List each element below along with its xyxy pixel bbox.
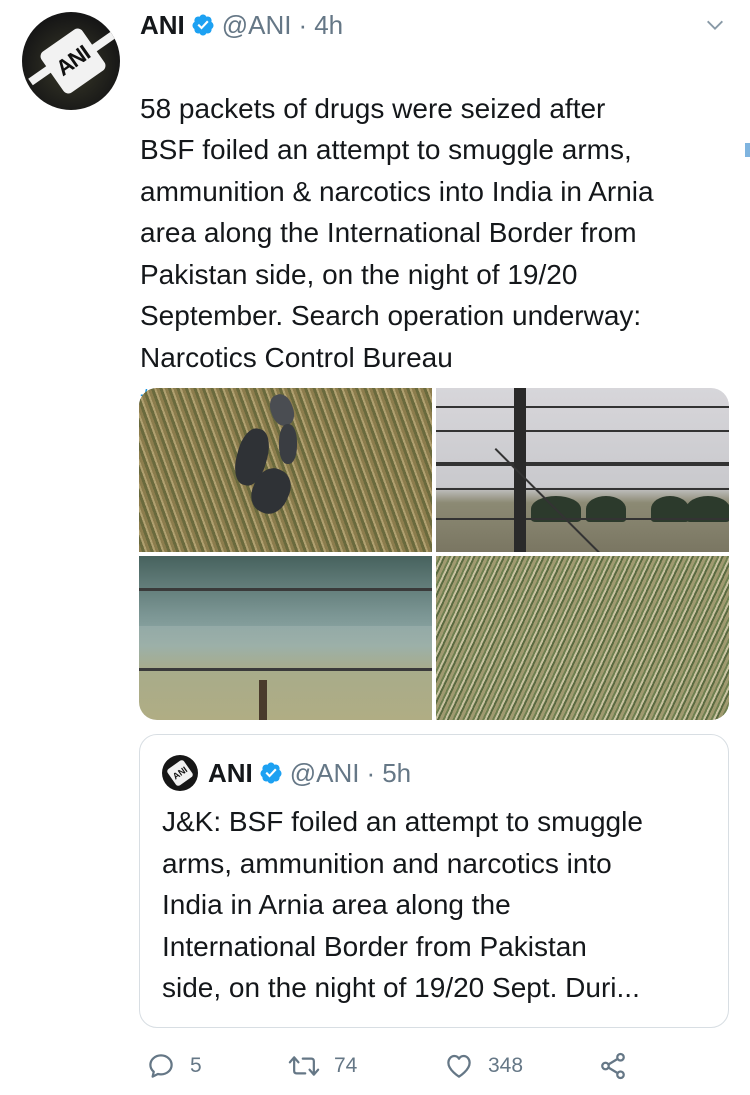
author-avatar[interactable]: ANI	[22, 12, 120, 110]
reply-button[interactable]: 5	[146, 1046, 202, 1086]
quoted-tweet-timestamp: 5h	[382, 757, 412, 788]
separator-dot: ·	[298, 9, 308, 40]
tweet-timestamp[interactable]: 4h	[314, 10, 343, 41]
verified-badge-icon	[260, 762, 282, 784]
tweet-text-line: ammunition & narcotics into India in Arn…	[140, 175, 654, 207]
tweet-text-line: September. Search operation underway:	[140, 300, 642, 331]
author-name[interactable]: ANI	[140, 10, 185, 41]
quoted-author-avatar[interactable]: ANI	[162, 755, 198, 791]
photo-trampled-grass[interactable]	[436, 556, 729, 720]
quoted-tweet-card[interactable]: ANI ANI @ANI · 5h J&K: BSF foiled an att…	[139, 734, 729, 1028]
photo-foggy-field-fence[interactable]	[139, 556, 432, 720]
tweet-text-line: Narcotics Control Bureau	[140, 341, 453, 373]
tweet-text-line: 58 packets of drugs were seized after	[140, 92, 606, 124]
quoted-author-handle: @ANI	[289, 757, 360, 788]
reply-icon	[149, 1054, 173, 1078]
avatar-logo: ANI	[38, 26, 108, 96]
retweet-icon	[288, 1056, 320, 1076]
verified-badge-icon	[192, 14, 214, 36]
retweet-button[interactable]: 74	[288, 1046, 357, 1086]
tweet-text-line: BSF foiled an attempt to smuggle arms,	[140, 134, 632, 165]
quoted-tweet-header: ANI @ANI · 5h	[208, 755, 411, 791]
tweet-actions: 5 74 348	[140, 1046, 640, 1086]
reply-count: 5	[190, 1054, 202, 1077]
avatar-logo-text: ANI	[51, 40, 95, 81]
share-icon	[601, 1052, 625, 1080]
separator-dot: ·	[366, 757, 376, 788]
media-grid	[139, 388, 729, 720]
scroll-indicator[interactable]	[745, 143, 750, 157]
tweet-header: ANI @ANI · 4h	[140, 8, 343, 42]
quoted-author-name: ANI	[208, 757, 253, 788]
photo-drug-packets[interactable]	[139, 388, 432, 552]
quoted-tweet-text: J&K: BSF foiled an attempt to smuggle ar…	[162, 806, 643, 1003]
tweet-text-line: area along the International Border from	[140, 217, 637, 248]
retweet-count: 74	[334, 1054, 358, 1077]
like-icon	[447, 1054, 471, 1078]
share-button[interactable]	[598, 1046, 628, 1086]
author-handle[interactable]: @ANI	[222, 10, 292, 41]
photo-border-fence[interactable]	[436, 388, 729, 552]
caret-down-icon[interactable]	[704, 14, 726, 36]
like-button[interactable]: 348	[444, 1046, 523, 1086]
tweet-text-line: Pakistan side, on the night of 19/20	[140, 258, 578, 290]
like-count: 348	[488, 1054, 524, 1077]
avatar-logo-text: ANI	[166, 759, 194, 787]
